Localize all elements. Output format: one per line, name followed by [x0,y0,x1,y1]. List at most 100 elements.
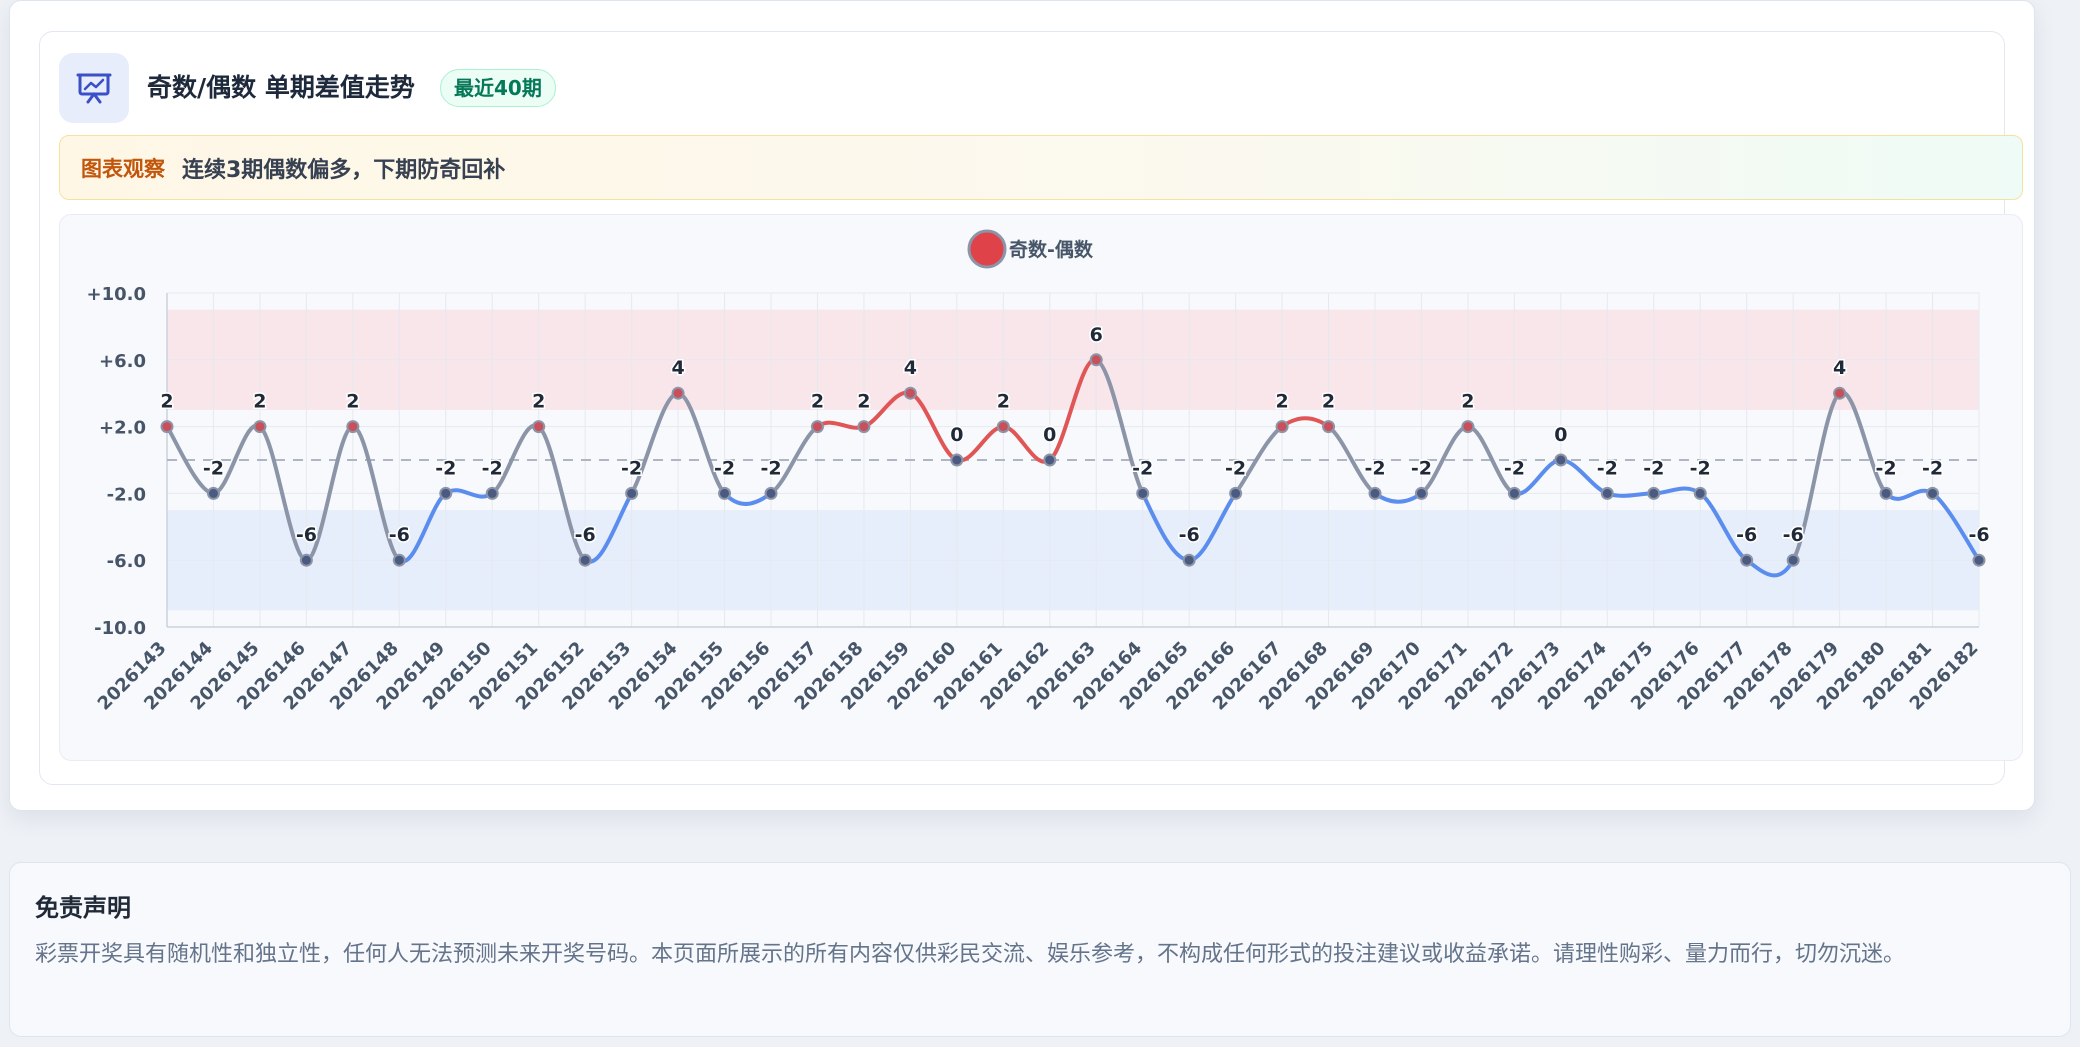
data-label: 2 [1322,391,1335,413]
legend: 奇数-偶数 [967,229,1094,269]
data-point [346,420,360,434]
data-point [671,386,685,400]
data-point [1229,486,1243,500]
observation-bar: 图表观察 连续3期偶数偏多，下期防奇回补 [59,135,2023,200]
data-point [718,486,732,500]
data-label: 2 [253,391,266,413]
y-tick-label: -6.0 [107,551,146,572]
y-tick-label: -10.0 [94,618,146,639]
line-segment [1373,491,1424,504]
data-point [1136,486,1150,500]
data-label: 4 [904,357,917,379]
chart-title: 奇数/偶数 单期差值走势 [147,73,415,102]
data-point [950,453,964,467]
data-point [996,420,1010,434]
data-point [253,420,267,434]
data-point [810,420,824,434]
y-tick-label: +10.0 [87,284,147,305]
data-label: -6 [575,524,596,546]
line-segment [1605,491,1656,498]
data-label: -2 [1597,457,1618,479]
data-point [299,553,313,567]
data-point [485,486,499,500]
data-label: -2 [1411,457,1432,479]
data-label: -2 [621,457,642,479]
data-point [1693,486,1707,500]
data-point [1972,553,1986,567]
disclaimer-title: 免责声明 [35,894,131,922]
data-label: 4 [671,357,684,379]
period-badge: 最近40期 [440,69,556,107]
data-label: -6 [1783,524,1804,546]
data-label: -2 [482,457,503,479]
data-point [1275,420,1289,434]
y-tick-label: -2.0 [107,484,146,505]
data-point [1414,486,1428,500]
observation-text: 连续3期偶数偏多，下期防奇回补 [182,157,506,183]
data-point [578,553,592,567]
line-segment [954,424,1006,463]
data-point [1647,486,1661,500]
data-label: -2 [1643,457,1664,479]
data-point [857,420,871,434]
difference-trend-chart: +10.0+6.0+2.0-2.0-6.0-10.020261432026144… [87,229,1991,715]
data-label: 2 [997,391,1010,413]
y-tick-label: +2.0 [99,418,146,439]
data-point [903,386,917,400]
data-label: 2 [1275,391,1288,413]
data-point [160,420,174,434]
line-segment [1884,488,1935,501]
data-point [1089,353,1103,367]
data-point [1368,486,1382,500]
data-point [1322,420,1336,434]
data-label: 0 [950,424,963,446]
line-segment [1280,416,1331,429]
data-label: -2 [1364,457,1385,479]
data-label: -6 [1736,524,1757,546]
data-label: 6 [1090,324,1103,346]
legend-label: 奇数-偶数 [1009,238,1094,261]
data-point [1461,420,1475,434]
disclaimer-text: 彩票开奖具有随机性和独立性，任何人无法预测未来开奖号码。本页面所展示的所有内容仅… [35,942,1906,967]
chart-panel: +10.0 +6.0 +2.0 -2.0 -6.0 -10.0 2026143 2026144… [59,214,2023,761]
data-label: 2 [811,391,824,413]
y-tick-label: +6.0 [99,351,146,372]
line-segment [722,491,773,506]
data-label: 0 [1554,424,1567,446]
data-label: -6 [1179,524,1200,546]
data-label: -2 [1690,457,1711,479]
data-label: -2 [714,457,735,479]
data-point [1740,553,1754,567]
data-label: -6 [389,524,410,546]
data-label: -6 [1968,524,1989,546]
data-label: 2 [346,391,359,413]
data-label: -2 [203,457,224,479]
observation-label: 图表观察 [81,156,165,181]
line-segment [1651,486,1703,496]
data-point [1600,486,1614,500]
data-label: -2 [760,457,781,479]
chart-card: 奇数/偶数 单期差值走势 最近40期 图表观察 连续3期偶数偏多，下期防奇回补 … [9,0,2035,811]
data-point [1833,386,1847,400]
data-label: 2 [1461,391,1474,413]
data-label: -2 [1132,457,1153,479]
chart-inner-card: 奇数/偶数 单期差值走势 最近40期 图表观察 连续3期偶数偏多，下期防奇回补 … [39,31,2023,785]
legend-marker [967,229,1007,269]
data-point [764,486,778,500]
data-label: -2 [1504,457,1525,479]
data-point [1507,486,1521,500]
data-label: -2 [1922,457,1943,479]
data-point [1926,486,1940,500]
data-label: 2 [532,391,545,413]
data-point [1879,486,1893,500]
data-label: -2 [1876,457,1897,479]
data-point [439,486,453,500]
data-point [1182,553,1196,567]
data-label: -6 [296,524,317,546]
data-point [1786,553,1800,567]
data-point [625,486,639,500]
data-label: 4 [1833,357,1846,379]
data-label: 2 [160,391,173,413]
data-label: -2 [435,457,456,479]
trend-chart-icon [59,53,129,123]
